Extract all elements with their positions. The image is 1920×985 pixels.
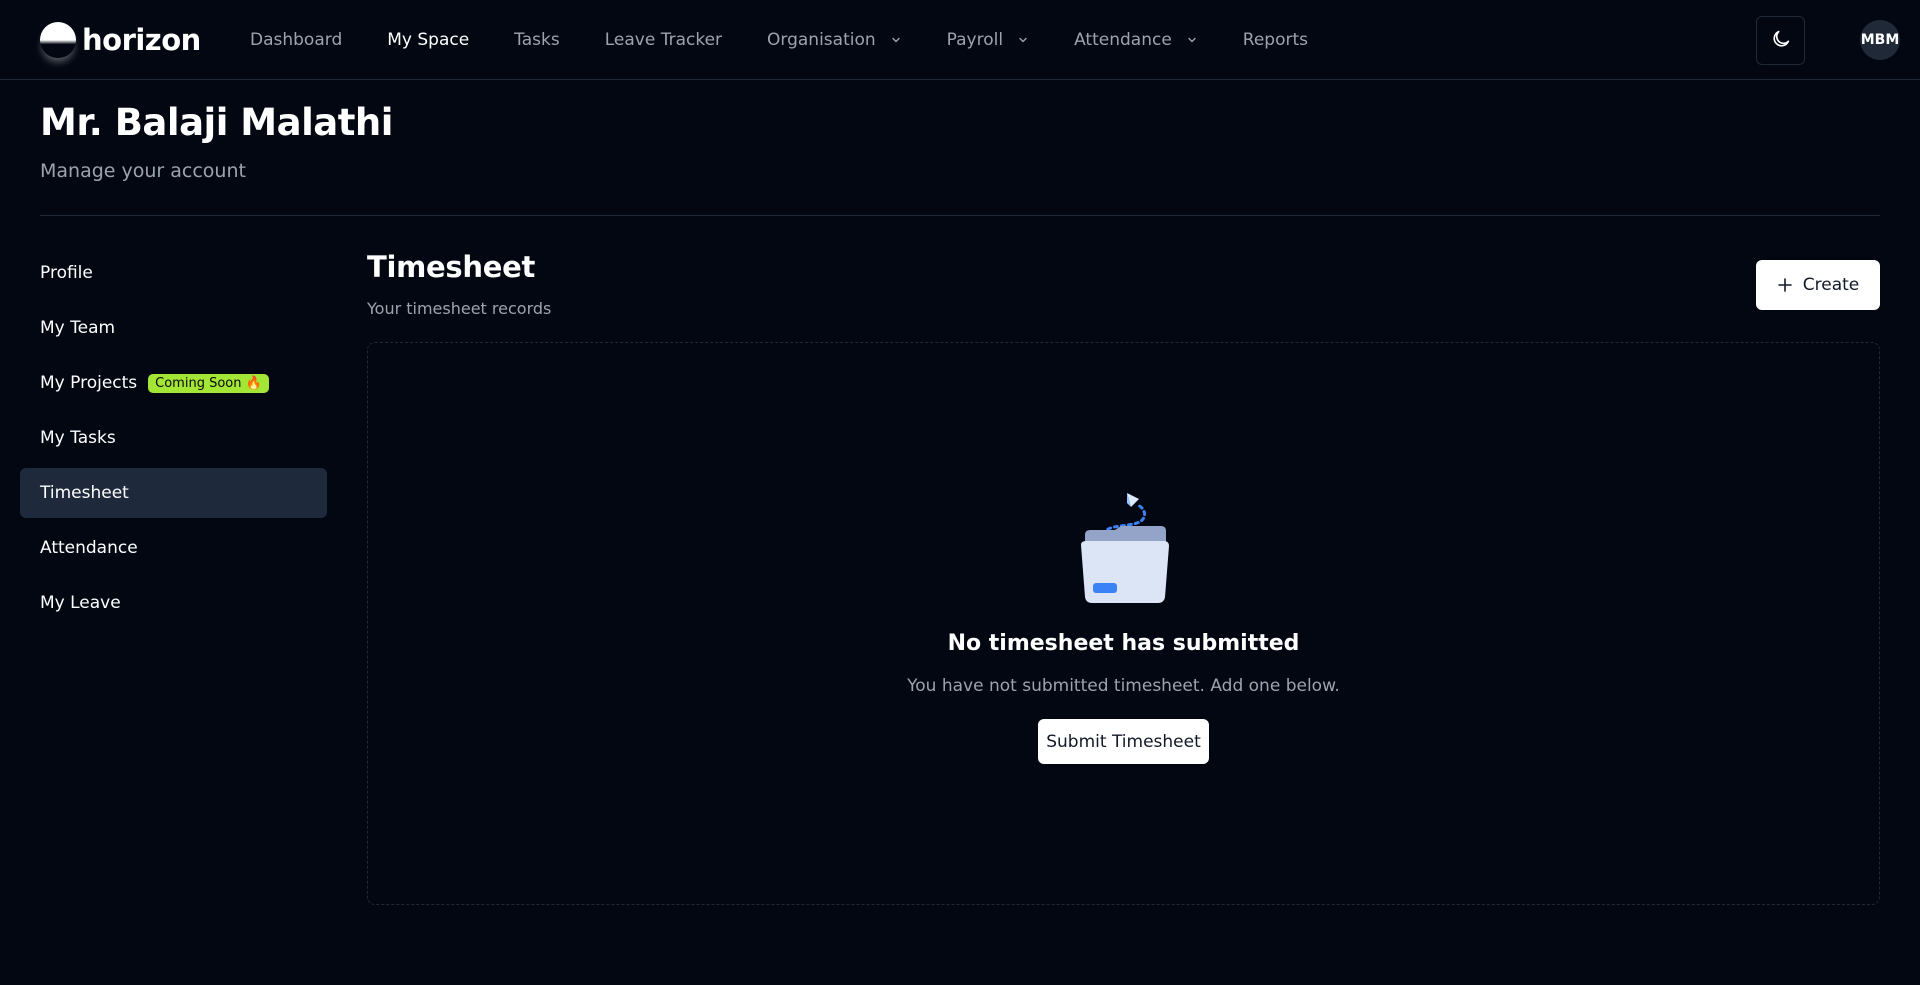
avatar[interactable]: MBM [1860, 20, 1900, 60]
create-button-label: Create [1802, 275, 1860, 295]
sidebar-item-label: Profile [40, 263, 93, 283]
sidebar-item-timesheet[interactable]: Timesheet [20, 468, 327, 518]
chevron-down-icon [1017, 34, 1029, 46]
nav-label: Tasks [514, 30, 560, 50]
logo-text: horizon [82, 23, 201, 57]
empty-state-title: No timesheet has submitted [947, 631, 1300, 656]
sidebar-item-label: Attendance [40, 538, 138, 558]
nav-label: Reports [1242, 30, 1308, 50]
empty-state-description: You have not submitted timesheet. Add on… [907, 676, 1340, 696]
sidebar-item-label: My Team [40, 318, 116, 338]
sidebar-item-my-projects[interactable]: My Projects Coming Soon 🔥 [20, 358, 327, 408]
logo[interactable]: horizon [40, 20, 201, 60]
sidebar-item-attendance[interactable]: Attendance [20, 523, 327, 573]
sidebar-item-profile[interactable]: Profile [20, 248, 327, 298]
theme-toggle-button[interactable] [1756, 16, 1805, 65]
main-nav: Dashboard My Space Tasks Leave Tracker O… [250, 0, 1353, 80]
section-title: Timesheet [367, 250, 536, 284]
sidebar-item-my-leave[interactable]: My Leave [20, 578, 327, 628]
page-subtitle: Manage your account [40, 160, 246, 182]
nav-label: Leave Tracker [604, 30, 723, 50]
nav-my-space[interactable]: My Space [387, 30, 469, 50]
page-title: Mr. Balaji Malathi [40, 101, 393, 144]
nav-leave-tracker[interactable]: Leave Tracker [605, 30, 722, 50]
nav-reports[interactable]: Reports [1243, 30, 1308, 50]
nav-payroll[interactable]: Payroll [947, 30, 1029, 50]
nav-label: Dashboard [250, 30, 343, 50]
top-navbar: horizon Dashboard My Space Tasks Leave T… [0, 0, 1920, 80]
sidebar-item-label: Timesheet [40, 483, 129, 503]
nav-attendance[interactable]: Attendance [1074, 30, 1198, 50]
sidebar-item-label: My Leave [40, 593, 121, 613]
nav-label: My Space [387, 30, 470, 50]
nav-label: Organisation [767, 30, 876, 50]
nav-label: Attendance [1074, 30, 1172, 50]
sidebar-item-my-team[interactable]: My Team [20, 303, 327, 353]
chevron-down-icon [890, 34, 902, 46]
nav-tasks[interactable]: Tasks [514, 30, 560, 50]
chevron-down-icon [1186, 34, 1198, 46]
section-subtitle: Your timesheet records [367, 299, 552, 318]
empty-folder-icon [1075, 485, 1175, 607]
sidebar-item-my-tasks[interactable]: My Tasks [20, 413, 327, 463]
empty-state-panel [367, 342, 1880, 905]
nav-label: Payroll [946, 30, 1004, 50]
sidebar-item-label: My Projects [40, 373, 138, 393]
submit-timesheet-button[interactable]: Submit Timesheet [1038, 719, 1209, 764]
coming-soon-badge: Coming Soon 🔥 [148, 373, 269, 393]
plus-icon [1777, 277, 1793, 293]
nav-dashboard[interactable]: Dashboard [250, 30, 342, 50]
sidebar-item-label: My Tasks [40, 428, 116, 448]
header-divider [40, 215, 1880, 216]
moon-icon [1770, 28, 1792, 54]
logo-mark-icon [40, 22, 76, 58]
create-button[interactable]: Create [1756, 260, 1880, 310]
nav-organisation[interactable]: Organisation [767, 30, 902, 50]
account-sidebar: Profile My Team My Projects Coming Soon … [20, 248, 327, 633]
